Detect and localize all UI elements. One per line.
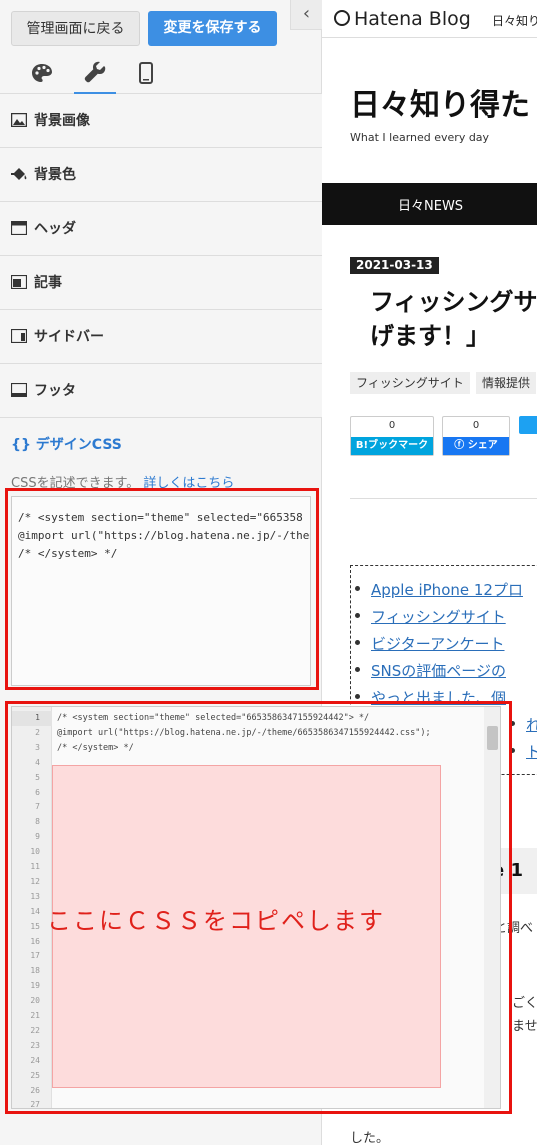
highlight-frame-textarea xyxy=(5,488,319,690)
body-text: ごく xyxy=(512,996,537,1011)
menu-background-image[interactable]: 背景画像 xyxy=(0,94,322,148)
palette-icon xyxy=(32,64,52,82)
body-text: ません xyxy=(512,1019,537,1034)
facebook-share-button[interactable]: 0 ⓕ シェア xyxy=(442,416,510,456)
layout-header-icon xyxy=(11,221,27,235)
bookmark-count: 0 xyxy=(388,420,396,431)
blog-description: What I learned every day xyxy=(350,131,490,144)
category-tag[interactable]: 情報提供 xyxy=(476,372,537,394)
facebook-share-text: シェア xyxy=(467,440,498,451)
post-title-line: げます！」 xyxy=(370,322,490,350)
header-blog-name[interactable]: 日々知り xyxy=(492,12,537,29)
smartphone-icon xyxy=(139,62,153,84)
wrench-icon xyxy=(84,61,106,83)
menu-label: サイドバー xyxy=(34,329,104,345)
hatena-logo-icon xyxy=(334,10,350,26)
toc-item[interactable]: れる xyxy=(509,714,537,735)
nav-item-news[interactable]: 日々NEWS xyxy=(398,195,463,214)
toc-item[interactable]: フィッシングサイト xyxy=(355,606,506,627)
twitter-share-button[interactable] xyxy=(519,416,537,434)
paint-bucket-icon xyxy=(11,168,27,180)
menu-background-color[interactable]: 背景色 xyxy=(0,148,322,202)
menu-label: 背景画像 xyxy=(34,113,90,129)
global-nav: 日々NEWS xyxy=(322,183,537,225)
hatena-bookmark-button[interactable]: 0 B!ブックマーク xyxy=(350,416,434,456)
layout-article-icon xyxy=(11,275,27,289)
menu-label: フッタ xyxy=(34,383,76,399)
back-to-admin-button[interactable]: 管理画面に戻る xyxy=(11,11,140,46)
body-text: した。 xyxy=(350,1131,390,1145)
toc-item[interactable]: ビジターアンケート xyxy=(355,633,505,654)
menu-header[interactable]: ヘッダ xyxy=(0,202,322,256)
bookmark-label: B!ブックマーク xyxy=(351,437,433,455)
post-date: 2021-03-13 xyxy=(350,257,439,274)
layout-footer-icon xyxy=(11,383,27,397)
image-icon xyxy=(11,113,27,127)
menu-label: ヘッダ xyxy=(34,221,76,237)
facebook-label: ⓕ シェア xyxy=(443,437,509,455)
settings-tabs xyxy=(0,52,322,94)
toc-item[interactable]: ト xyxy=(509,741,537,762)
tab-customize[interactable] xyxy=(74,52,116,94)
design-css-title[interactable]: {} デザインCSS xyxy=(11,434,122,454)
collapse-panel-button[interactable]: ‹ xyxy=(290,0,322,30)
facebook-count: 0 xyxy=(472,420,480,431)
hatena-logo-text[interactable]: Hatena Blog xyxy=(354,8,471,30)
post-title-line: フィッシングサ xyxy=(370,288,537,316)
hatena-blog-bar: Hatena Blog 日々知り xyxy=(322,0,537,38)
menu-label: 背景色 xyxy=(34,167,76,183)
menu-footer[interactable]: フッタ xyxy=(0,364,322,418)
menu-article[interactable]: 記事 xyxy=(0,256,322,310)
blog-title[interactable]: 日々知り得た xyxy=(350,80,530,124)
chevron-left-icon: ‹ xyxy=(302,3,311,24)
tab-smartphone[interactable] xyxy=(125,52,167,94)
facebook-icon: ⓕ xyxy=(454,440,468,451)
menu-label: 記事 xyxy=(34,275,62,291)
menu-sidebar[interactable]: サイドバー xyxy=(0,310,322,364)
save-changes-button[interactable]: 変更を保存する xyxy=(148,11,277,46)
paste-instruction-annotation: ここにＣＳＳをコピペします xyxy=(47,907,385,935)
toc-item[interactable]: SNSの評価ページの xyxy=(355,660,506,681)
category-tag[interactable]: フィッシングサイト xyxy=(350,372,470,394)
toc-item[interactable]: Apple iPhone 12プロ xyxy=(355,579,523,600)
layout-sidebar-icon xyxy=(11,329,27,343)
content-divider xyxy=(350,498,537,499)
post-title[interactable]: フィッシングサ げます！」 xyxy=(370,285,537,353)
tab-design[interactable] xyxy=(21,52,63,94)
